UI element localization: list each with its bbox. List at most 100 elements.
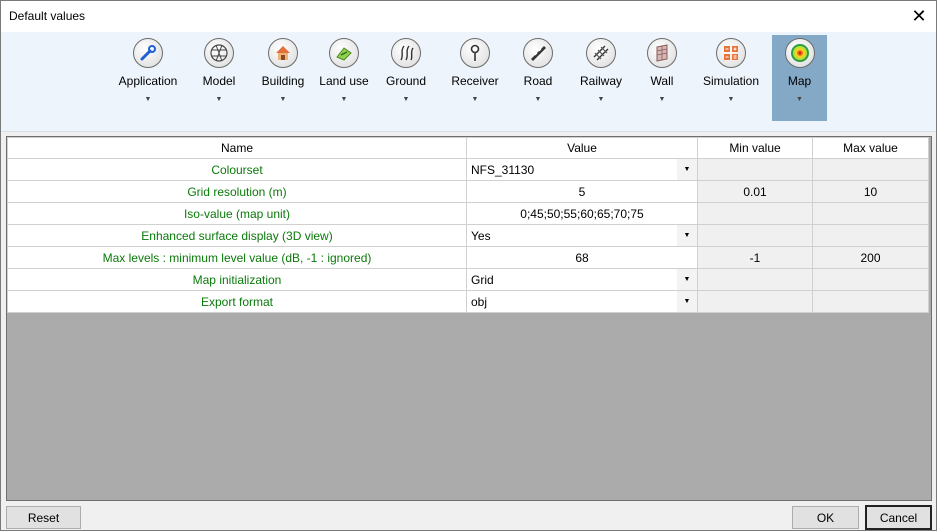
chevron-down-icon[interactable]: ▼: [341, 96, 348, 103]
values-grid-panel: Name Value Min value Max value Colourset…: [6, 136, 932, 501]
row-name: Iso-value (map unit): [7, 202, 467, 225]
window-title: Default values: [9, 9, 86, 23]
table-row: Grid resolution (m) 5 0.01 10: [7, 180, 929, 203]
tool-label: Building: [261, 74, 305, 88]
chevron-down-icon[interactable]: ▼: [677, 269, 697, 290]
chevron-down-icon[interactable]: ▼: [145, 96, 152, 103]
tool-wall[interactable]: Wall ▼: [639, 35, 685, 121]
table-header-row: Name Value Min value Max value: [7, 137, 929, 159]
row-name: Enhanced surface display (3D view): [7, 224, 467, 247]
tool-label: Map: [787, 74, 812, 88]
row-min: [697, 290, 813, 313]
tool-map[interactable]: Map ▼: [772, 35, 827, 121]
chevron-down-icon[interactable]: ▼: [659, 96, 666, 103]
tool-label: Application: [118, 74, 178, 88]
wall-icon: [647, 38, 677, 68]
column-header-value[interactable]: Value: [466, 137, 698, 159]
row-max: [812, 202, 929, 225]
road-icon: [523, 38, 553, 68]
default-values-dialog: Default values ✕ Application ▼ Model ▼ B…: [0, 0, 937, 531]
tool-ground[interactable]: Ground ▼: [382, 35, 430, 121]
cancel-button[interactable]: Cancel: [865, 505, 932, 530]
chevron-down-icon[interactable]: ▼: [677, 225, 697, 246]
table-row: Iso-value (map unit) 0;45;50;55;60;65;70…: [7, 202, 929, 225]
ground-icon: [391, 38, 421, 68]
tool-railway[interactable]: Railway ▼: [575, 35, 627, 121]
colourset-select[interactable]: NFS_31130 ▼: [466, 158, 698, 181]
row-max: [812, 224, 929, 247]
tool-label: Railway: [579, 74, 622, 88]
row-max: [812, 268, 929, 291]
column-header-max[interactable]: Max value: [812, 137, 929, 159]
row-name: Max levels : minimum level value (dB, -1…: [7, 246, 467, 269]
row-min: 0.01: [697, 180, 813, 203]
mesh-icon: [204, 38, 234, 68]
wrench-icon: [133, 38, 163, 68]
tool-model[interactable]: Model ▼: [195, 35, 243, 121]
column-header-min[interactable]: Min value: [697, 137, 813, 159]
row-max: [812, 158, 929, 181]
row-max: 10: [812, 180, 929, 203]
row-min: [697, 268, 813, 291]
land-use-icon: [329, 38, 359, 68]
tool-application[interactable]: Application ▼: [117, 35, 179, 121]
tool-label: Road: [523, 74, 553, 88]
chevron-down-icon[interactable]: ▼: [280, 96, 287, 103]
chevron-down-icon[interactable]: ▼: [677, 159, 697, 180]
row-value: NFS_31130: [471, 162, 535, 177]
tool-land-use[interactable]: Land use ▼: [318, 35, 370, 121]
export-format-select[interactable]: obj ▼: [466, 290, 698, 313]
railway-icon: [586, 38, 616, 68]
map-icon: [784, 38, 815, 68]
column-header-name[interactable]: Name: [7, 137, 467, 159]
chevron-down-icon[interactable]: ▼: [728, 96, 735, 103]
tool-label: Receiver: [451, 74, 499, 88]
row-name: Colourset: [7, 158, 467, 181]
max-levels-input[interactable]: 68: [466, 246, 698, 269]
tool-building[interactable]: Building ▼: [258, 35, 308, 121]
close-icon[interactable]: ✕: [902, 1, 936, 32]
chevron-down-icon[interactable]: ▼: [472, 96, 479, 103]
table-row: Map initialization Grid ▼: [7, 268, 929, 291]
table-row: Export format obj ▼: [7, 290, 929, 313]
row-min: -1: [697, 246, 813, 269]
chevron-down-icon[interactable]: ▼: [216, 96, 223, 103]
receiver-icon: [460, 38, 490, 68]
row-min: [697, 224, 813, 247]
row-name: Grid resolution (m): [7, 180, 467, 203]
chevron-down-icon[interactable]: ▼: [677, 291, 697, 312]
table-row: Enhanced surface display (3D view) Yes ▼: [7, 224, 929, 247]
row-max: 200: [812, 246, 929, 269]
row-min: [697, 158, 813, 181]
tool-label: Land use: [319, 74, 369, 88]
grid-resolution-input[interactable]: 5: [466, 180, 698, 203]
tool-simulation[interactable]: Simulation ▼: [701, 35, 761, 121]
tool-label: Simulation: [702, 74, 760, 88]
chevron-down-icon[interactable]: ▼: [403, 96, 410, 103]
house-icon: [268, 38, 298, 68]
tool-receiver[interactable]: Receiver ▼: [447, 35, 503, 121]
row-value: Grid: [471, 272, 494, 287]
tool-road[interactable]: Road ▼: [516, 35, 560, 121]
title-bar: Default values ✕: [1, 1, 936, 32]
enhanced-surface-select[interactable]: Yes ▼: [466, 224, 698, 247]
row-value: obj: [471, 294, 488, 309]
reset-button[interactable]: Reset: [6, 506, 81, 529]
calculator-icon: [716, 38, 746, 68]
tool-label: Ground: [385, 74, 427, 88]
row-max: [812, 290, 929, 313]
chevron-down-icon[interactable]: ▼: [796, 96, 803, 103]
chevron-down-icon[interactable]: ▼: [598, 96, 605, 103]
ok-button[interactable]: OK: [792, 506, 859, 529]
tool-label: Wall: [650, 74, 674, 88]
iso-value-input[interactable]: 0;45;50;55;60;65;70;75: [466, 202, 698, 225]
map-initialization-select[interactable]: Grid ▼: [466, 268, 698, 291]
chevron-down-icon[interactable]: ▼: [535, 96, 542, 103]
row-name: Export format: [7, 290, 467, 313]
table-row: Colourset NFS_31130 ▼: [7, 158, 929, 181]
row-name: Map initialization: [7, 268, 467, 291]
tool-label: Model: [202, 74, 236, 88]
row-min: [697, 202, 813, 225]
table-row: Max levels : minimum level value (dB, -1…: [7, 246, 929, 269]
values-table: Name Value Min value Max value Colourset…: [7, 137, 929, 313]
